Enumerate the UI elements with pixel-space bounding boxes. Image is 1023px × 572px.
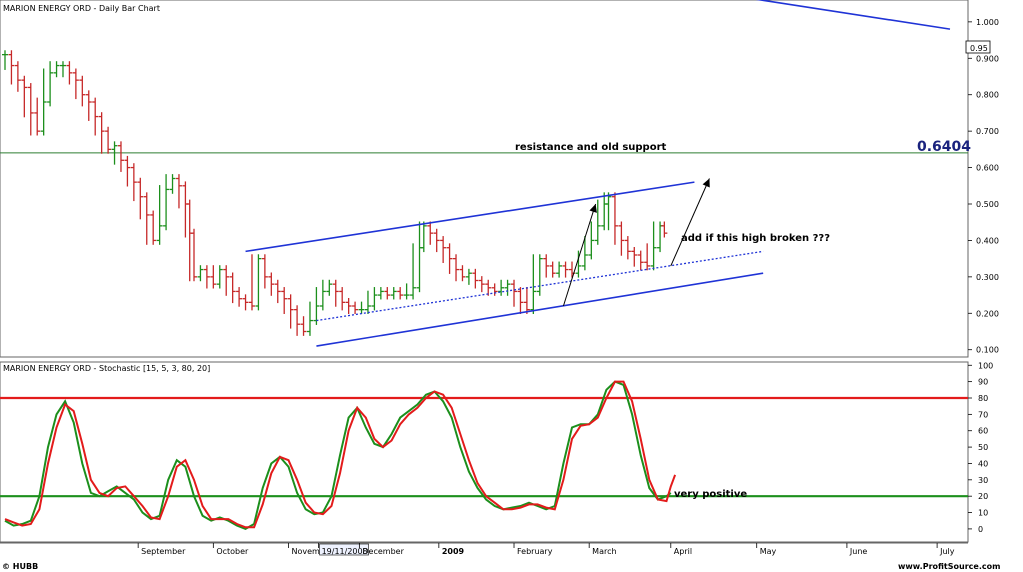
x-tick-label: September [141,547,186,556]
price-y-tick-label: 0.900 [976,54,999,63]
stochastic-y-tick-label: 60 [978,427,988,436]
level-value-label: 0.6404 [917,139,971,155]
x-tick-label: December [362,547,404,556]
stochastic-y-tick-label: 80 [978,394,988,403]
price-plot-frame [0,0,969,358]
price-y-tick-label: 0.400 [976,236,999,245]
stochastic-y-tick-label: 70 [978,410,988,419]
price-y-tick-label: 1.000 [976,18,999,27]
x-tick-label: 2009 [442,547,465,556]
price-y-tick-label: 0.800 [976,91,999,100]
stochastic-y-tick-label: 30 [978,476,988,485]
x-tick-label: May [760,547,777,556]
price-y-tick-label: 0.200 [976,309,999,318]
stochastic-y-tick-label: 10 [978,509,988,518]
annotation-resistance: resistance and old support [515,142,667,153]
x-tick-label: April [674,547,692,556]
annotation-very-positive: very positive [674,489,747,500]
x-tick-label: Novem [292,547,321,556]
x-tick-label: June [849,547,868,556]
x-tick-label: October [216,547,249,556]
price-y-tick-label: 0.500 [976,200,999,209]
stochastic-y-tick-label: 0 [978,525,983,534]
last-price-label: 0.95 [970,44,988,53]
stochastic-y-tick-label: 20 [978,492,988,501]
x-tick-label: 19/11/2008 [322,547,368,556]
price-y-tick-label: 0.600 [976,164,999,173]
annotation-add-if-high: add if this high broken ??? [681,233,830,244]
stochastic-y-tick-label: 100 [978,361,993,370]
footer-site: www.ProfitSource.com [898,562,1000,571]
price-y-tick-label: 0.700 [976,127,999,136]
stochastic-y-tick-label: 40 [978,459,988,468]
x-axis: September October Novem 19/11/2008December 2… [0,542,968,556]
stochastic-chart-title: MARION ENERGY ORD - Stochastic [15, 5, 3… [3,364,210,373]
stochastic-y-tick-label: 90 [978,378,988,387]
price-y-tick-label: 0.100 [976,346,999,355]
stochastic-panel: MARION ENERGY ORD - Stochastic [15, 5, 3… [0,361,993,543]
x-tick-label: July [939,547,955,556]
price-panel: MARION ENERGY ORD - Daily Bar Chart 0.10… [0,0,999,358]
price-y-axis: 0.100 0.200 0.300 0.400 0.500 0.600 0.700 0.800… [968,18,999,355]
price-y-tick-label: 0.300 [976,273,999,282]
stochastic-y-axis: 0 10 20 30 40 50 60 70 80 90 100 [968,361,993,534]
stochastic-y-tick-label: 50 [978,443,988,452]
x-tick-label: March [592,547,616,556]
footer-brand: © HUBB [2,562,38,571]
price-chart-title: MARION ENERGY ORD - Daily Bar Chart [3,4,160,13]
x-tick-label: February [517,547,553,556]
chart-canvas: MARION ENERGY ORD - Daily Bar Chart 0.10… [0,0,1000,571]
